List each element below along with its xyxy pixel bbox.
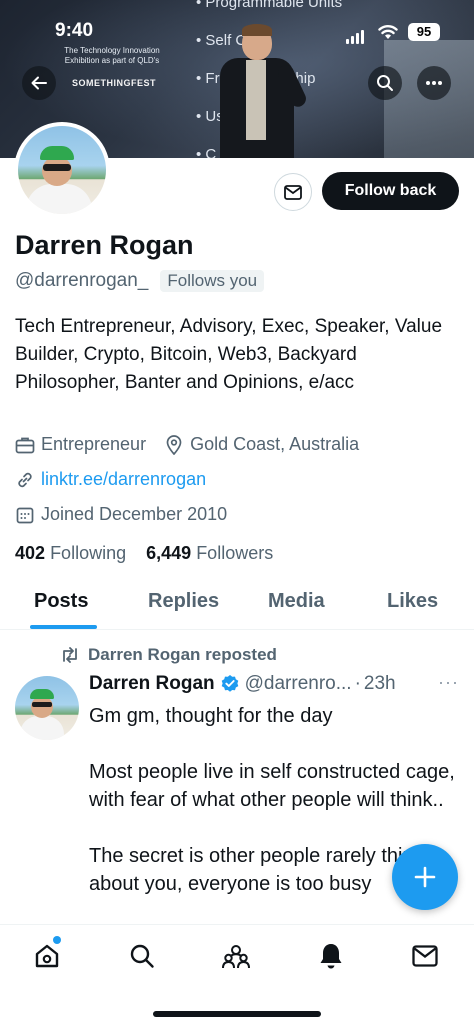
nav-messages[interactable] <box>410 941 440 971</box>
cellular-signal-icon <box>346 26 366 44</box>
profile-meta-row: Entrepreneur Gold Coast, Australia <box>15 434 359 455</box>
handle-row: @darrenrogan_ Follows you <box>15 270 265 292</box>
link-icon <box>15 470 35 490</box>
following-link[interactable]: 402 Following <box>15 543 126 563</box>
calendar-icon <box>15 505 35 525</box>
profile-location: Gold Coast, Australia <box>190 434 360 454</box>
repost-label: Darren Rogan reposted <box>88 645 277 664</box>
back-button[interactable] <box>22 66 56 100</box>
banner-event-text: The Technology Innovation Exhibition as … <box>64 46 160 65</box>
home-indicator <box>153 1011 321 1017</box>
profile-link-row[interactable]: linktr.ee/darrenrogan <box>15 469 206 490</box>
tab-media[interactable]: Media <box>268 590 325 613</box>
post-header: Darren Rogan @darrenro... · 23h <box>89 673 396 695</box>
more-icon <box>426 81 442 85</box>
home-notification-dot <box>53 936 61 944</box>
message-button[interactable] <box>274 173 312 211</box>
profile-name: Darren Rogan <box>15 230 194 260</box>
map-pin-icon <box>164 434 184 455</box>
notifications-icon <box>320 944 342 969</box>
nav-notifications[interactable] <box>316 941 346 971</box>
tab-replies[interactable]: Replies <box>148 590 219 613</box>
verified-badge-icon <box>220 674 240 694</box>
profile-joined: Joined December 2010 <box>41 504 228 524</box>
follow-counts: 402 Following 6,449 Followers <box>15 543 273 564</box>
profile-avatar[interactable] <box>14 122 110 218</box>
plus-icon <box>414 866 436 888</box>
post-author-avatar[interactable] <box>15 676 79 740</box>
profile-joined-row: Joined December 2010 <box>15 504 227 525</box>
profile-occupation: Entrepreneur <box>41 434 147 454</box>
battery-indicator: 95 <box>408 23 440 41</box>
search-icon <box>130 944 154 968</box>
search-button[interactable] <box>368 66 402 100</box>
nav-communities[interactable] <box>221 941 251 971</box>
communities-icon <box>222 945 250 969</box>
tab-posts[interactable]: Posts <box>34 590 88 613</box>
nav-home[interactable] <box>32 941 62 971</box>
post-separator: · <box>354 673 361 694</box>
briefcase-icon <box>15 435 35 455</box>
post-author-name[interactable]: Darren Rogan <box>89 673 215 695</box>
bottom-navigation <box>0 924 474 1026</box>
followers-label: Followers <box>196 543 274 563</box>
home-icon <box>35 944 59 968</box>
banner-event-logo: SOMETHINGFEST <box>72 78 157 88</box>
followers-count: 6,449 <box>146 543 192 563</box>
search-icon <box>377 75 393 91</box>
envelope-icon <box>284 184 302 200</box>
active-tab-indicator <box>30 625 97 629</box>
follows-you-badge: Follows you <box>160 270 265 292</box>
post-more-button[interactable]: ··· <box>438 672 459 693</box>
profile-link[interactable]: linktr.ee/darrenrogan <box>41 469 206 490</box>
followers-link[interactable]: 6,449 Followers <box>146 543 273 563</box>
profile-handle: @darrenrogan_ <box>15 270 149 291</box>
profile-bio: Tech Entrepreneur, Advisory, Exec, Speak… <box>15 316 443 393</box>
post-author-handle: @darrenro... <box>244 673 352 694</box>
following-label: Following <box>50 543 127 563</box>
following-count: 402 <box>15 543 46 563</box>
status-bar: 9:40 95 <box>0 18 474 48</box>
status-time: 9:40 <box>55 20 94 41</box>
compose-button[interactable] <box>392 844 458 910</box>
more-options-button[interactable] <box>417 66 451 100</box>
repost-icon <box>60 647 80 663</box>
follow-back-button[interactable]: Follow back <box>322 172 459 210</box>
repost-context: Darren Rogan reposted <box>60 645 277 665</box>
messages-icon <box>412 945 438 967</box>
nav-search[interactable] <box>127 941 157 971</box>
tab-likes[interactable]: Likes <box>387 590 438 613</box>
arrow-left-icon <box>31 76 47 90</box>
post-timestamp: 23h <box>363 673 396 694</box>
profile-tabs: Posts Replies Media Likes <box>0 580 474 630</box>
wifi-icon <box>378 25 398 39</box>
